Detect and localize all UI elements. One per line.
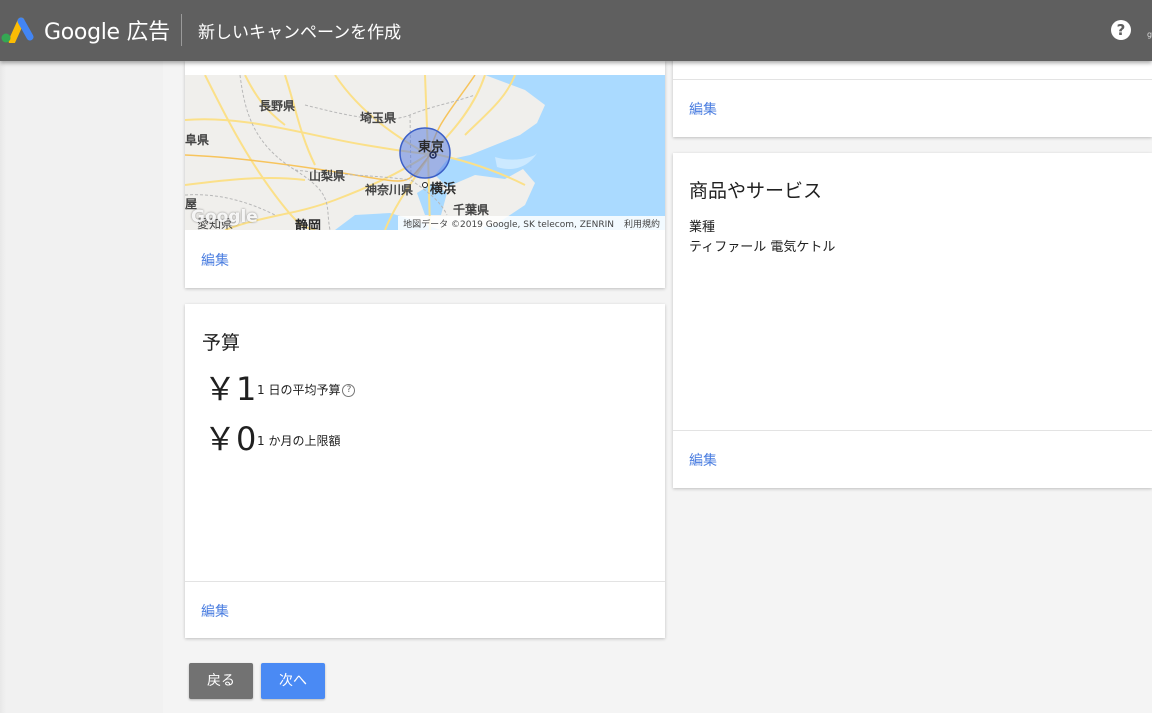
location-map[interactable]: 長野県 埼玉県 阜県 東京 山梨県 神奈川県 横浜 千葉県 屋 愛知県 静岡 G… [185, 75, 665, 230]
google-ads-logo [0, 17, 34, 45]
right-top-card: 編集 [673, 50, 1152, 137]
help-icon[interactable]: ? [1111, 20, 1131, 40]
daily-budget-amount: ￥1 [204, 370, 257, 408]
map-google-logo: Google [191, 207, 258, 227]
page-title: 新しいキャンペーンを作成 [198, 23, 402, 43]
card-divider [185, 581, 665, 582]
map-label-yamanashi: 山梨県 [309, 169, 346, 183]
card-divider [673, 430, 1152, 431]
budget-edit-link[interactable]: 編集 [201, 601, 229, 621]
map-attribution-text: 地図データ ©2019 Google, SK telecom, ZENRIN [403, 220, 614, 230]
brand-name: Google 広告 [44, 20, 170, 45]
daily-budget-caption-text: 1 日の平均予算 [257, 383, 341, 397]
budget-card: 予算 ￥1 1 日の平均予算? ￥0 1 か月の上限額 編集 [185, 304, 665, 638]
back-button[interactable]: 戻る [189, 663, 253, 699]
location-card: 長野県 埼玉県 阜県 東京 山梨県 神奈川県 横浜 千葉県 屋 愛知県 静岡 G… [185, 61, 665, 288]
monthly-budget-caption: 1 か月の上限額 [257, 434, 341, 448]
map-label-yokohama: 横浜 [430, 182, 457, 197]
map-label-gifu: 阜県 [185, 133, 210, 147]
map-label-shizuoka: 静岡 [295, 219, 322, 230]
industry-value: ティファール 電気ケトル [689, 240, 836, 255]
industry-label: 業種 [689, 220, 716, 235]
map-label-saitama: 埼玉県 [360, 111, 397, 125]
right-top-edit-link[interactable]: 編集 [689, 99, 717, 119]
left-panel [0, 61, 163, 713]
top-app-bar: Google 広告 新しいキャンペーンを作成 ? g [0, 0, 1152, 61]
map-label-nagano: 長野県 [259, 99, 296, 113]
budget-title: 予算 [202, 332, 241, 354]
map-label-kanagawa: 神奈川県 [365, 183, 414, 197]
map-label-tokyo: 東京 [418, 140, 445, 155]
products-card: 商品やサービス 業種 ティファール 電気ケトル 編集 [673, 153, 1152, 488]
products-title: 商品やサービス [689, 180, 823, 202]
location-edit-link[interactable]: 編集 [201, 250, 229, 270]
map-terms-link[interactable]: 利用規約 [624, 220, 660, 230]
account-indicator[interactable]: g [1147, 30, 1152, 39]
products-edit-link[interactable]: 編集 [689, 450, 717, 470]
monthly-budget-amount: ￥0 [204, 420, 257, 458]
card-divider [673, 79, 1152, 80]
header-divider [181, 14, 182, 46]
map-attribution: 地図データ ©2019 Google, SK telecom, ZENRIN 利用… [398, 216, 665, 230]
next-button[interactable]: 次へ [261, 663, 325, 699]
daily-budget-caption: 1 日の平均予算? [257, 381, 356, 398]
help-circle-icon[interactable]: ? [342, 384, 356, 397]
